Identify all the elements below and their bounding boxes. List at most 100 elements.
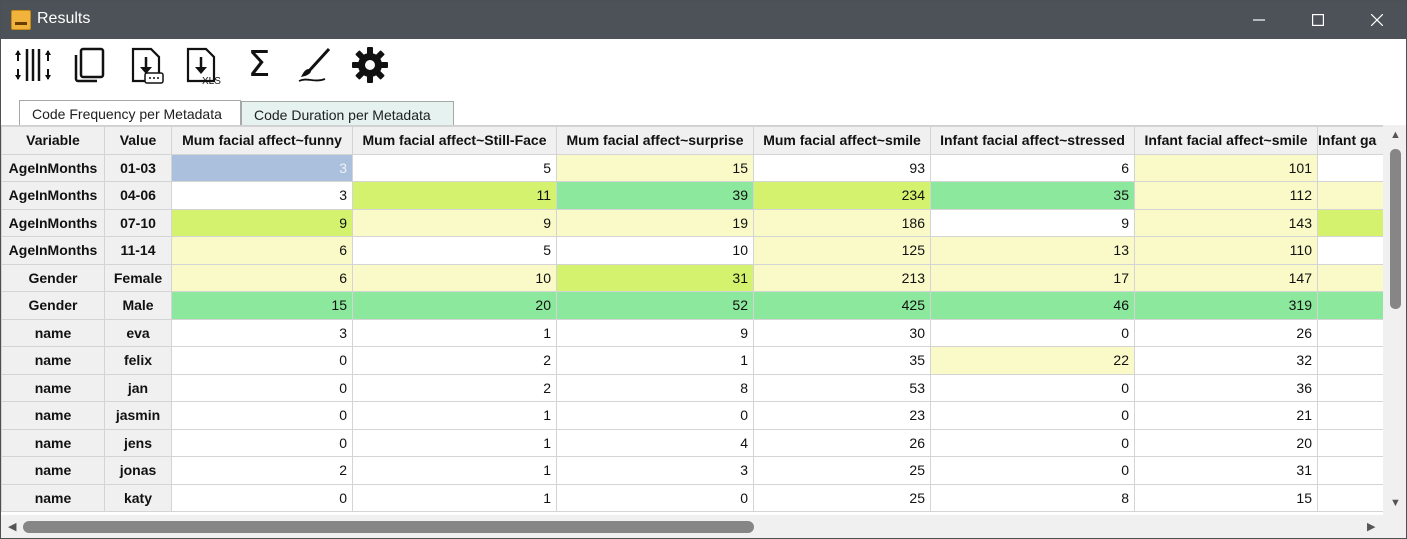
count-cell[interactable]: 52 xyxy=(556,291,754,320)
count-cell[interactable]: 25 xyxy=(753,483,931,512)
count-cell[interactable]: 2 xyxy=(352,373,557,402)
count-cell[interactable]: 39 xyxy=(556,181,754,210)
count-cell[interactable]: 0 xyxy=(930,401,1135,430)
count-cell[interactable]: 3 xyxy=(171,153,353,182)
scroll-left-icon[interactable]: ◀ xyxy=(8,520,16,533)
count-cell[interactable]: 3 xyxy=(556,456,754,485)
tab-code-duration[interactable]: Code Duration per Metadata xyxy=(241,101,454,125)
count-cell[interactable]: 10 xyxy=(556,236,754,265)
count-cell[interactable]: 9 xyxy=(556,318,754,347)
column-header[interactable]: Mum facial affect~funny xyxy=(171,126,353,155)
settings-button[interactable] xyxy=(348,43,392,87)
count-cell[interactable] xyxy=(1317,208,1388,237)
count-cell[interactable]: 0 xyxy=(930,318,1135,347)
count-cell[interactable]: 425 xyxy=(753,291,931,320)
count-cell[interactable]: 0 xyxy=(171,373,353,402)
table-row[interactable]: name jens 0 1 4 26 0 20 xyxy=(1,428,1388,457)
count-cell[interactable]: 1 xyxy=(352,456,557,485)
count-cell[interactable]: 112 xyxy=(1134,181,1318,210)
count-cell[interactable]: 5 xyxy=(352,153,557,182)
column-header[interactable]: Infant facial affect~smile xyxy=(1134,126,1318,155)
count-cell[interactable]: 8 xyxy=(930,483,1135,512)
count-cell[interactable]: 32 xyxy=(1134,346,1318,375)
count-cell[interactable] xyxy=(1317,456,1388,485)
count-cell[interactable]: 19 xyxy=(556,208,754,237)
scroll-up-icon[interactable]: ▲ xyxy=(1390,129,1401,141)
column-header[interactable]: Infant facial affect~stressed xyxy=(930,126,1135,155)
table-row[interactable]: Gender Male 15 20 52 425 46 319 xyxy=(1,291,1388,320)
vertical-scroll-thumb[interactable] xyxy=(1390,149,1401,309)
tab-code-frequency[interactable]: Code Frequency per Metadata xyxy=(19,100,241,125)
count-cell[interactable]: 25 xyxy=(753,456,931,485)
count-cell[interactable] xyxy=(1317,291,1388,320)
column-header[interactable]: Infant ga xyxy=(1317,126,1388,155)
sum-button[interactable]: Σ xyxy=(237,43,281,87)
count-cell[interactable]: 30 xyxy=(753,318,931,347)
table-row[interactable]: name eva 3 1 9 30 0 26 xyxy=(1,318,1388,347)
count-cell[interactable]: 31 xyxy=(556,263,754,292)
count-cell[interactable]: 4 xyxy=(556,428,754,457)
count-cell[interactable]: 9 xyxy=(171,208,353,237)
count-cell[interactable]: 6 xyxy=(171,236,353,265)
scroll-down-icon[interactable]: ▼ xyxy=(1390,497,1401,509)
count-cell[interactable]: 0 xyxy=(171,346,353,375)
count-cell[interactable] xyxy=(1317,428,1388,457)
maximize-button[interactable] xyxy=(1289,1,1347,39)
count-cell[interactable]: 11 xyxy=(352,181,557,210)
count-cell[interactable]: 1 xyxy=(352,483,557,512)
table-row[interactable]: name katy 0 1 0 25 8 15 xyxy=(1,483,1388,512)
count-cell[interactable]: 9 xyxy=(352,208,557,237)
count-cell[interactable] xyxy=(1317,318,1388,347)
table-row[interactable]: name felix 0 2 1 35 22 32 xyxy=(1,346,1388,375)
count-cell[interactable]: 5 xyxy=(352,236,557,265)
count-cell[interactable]: 2 xyxy=(171,456,353,485)
count-cell[interactable]: 36 xyxy=(1134,373,1318,402)
count-cell[interactable]: 1 xyxy=(352,401,557,430)
count-cell[interactable]: 17 xyxy=(930,263,1135,292)
column-header[interactable]: Value xyxy=(104,126,172,155)
count-cell[interactable]: 186 xyxy=(753,208,931,237)
count-cell[interactable] xyxy=(1317,346,1388,375)
count-cell[interactable]: 6 xyxy=(930,153,1135,182)
count-cell[interactable]: 15 xyxy=(556,153,754,182)
count-cell[interactable]: 1 xyxy=(352,428,557,457)
count-cell[interactable]: 53 xyxy=(753,373,931,402)
table-row[interactable]: Gender Female 6 10 31 213 17 147 xyxy=(1,263,1388,292)
count-cell[interactable]: 0 xyxy=(556,401,754,430)
count-cell[interactable]: 0 xyxy=(171,483,353,512)
count-cell[interactable]: 46 xyxy=(930,291,1135,320)
column-header[interactable]: Mum facial affect~surprise xyxy=(556,126,754,155)
table-row[interactable]: AgeInMonths 04-06 3 11 39 234 35 112 xyxy=(1,181,1388,210)
count-cell[interactable]: 0 xyxy=(930,456,1135,485)
vertical-scrollbar[interactable]: ▲ ▼ xyxy=(1383,125,1406,515)
count-cell[interactable]: 26 xyxy=(753,428,931,457)
count-cell[interactable]: 213 xyxy=(753,263,931,292)
table-row[interactable]: AgeInMonths 01-03 3 5 15 93 6 101 xyxy=(1,153,1388,182)
count-cell[interactable]: 20 xyxy=(352,291,557,320)
count-cell[interactable]: 9 xyxy=(930,208,1135,237)
count-cell[interactable]: 147 xyxy=(1134,263,1318,292)
count-cell[interactable]: 15 xyxy=(171,291,353,320)
count-cell[interactable]: 101 xyxy=(1134,153,1318,182)
export-button[interactable] xyxy=(125,43,169,87)
adjust-columns-button[interactable] xyxy=(11,43,55,87)
count-cell[interactable] xyxy=(1317,401,1388,430)
count-cell[interactable]: 110 xyxy=(1134,236,1318,265)
count-cell[interactable]: 0 xyxy=(171,428,353,457)
count-cell[interactable]: 1 xyxy=(556,346,754,375)
count-cell[interactable]: 8 xyxy=(556,373,754,402)
count-cell[interactable]: 0 xyxy=(930,428,1135,457)
table-row[interactable]: name jonas 2 1 3 25 0 31 xyxy=(1,456,1388,485)
count-cell[interactable]: 3 xyxy=(171,181,353,210)
count-cell[interactable]: 0 xyxy=(930,373,1135,402)
count-cell[interactable]: 143 xyxy=(1134,208,1318,237)
column-header[interactable]: Mum facial affect~smile xyxy=(753,126,931,155)
table-row[interactable]: AgeInMonths 11-14 6 5 10 125 13 110 xyxy=(1,236,1388,265)
count-cell[interactable]: 13 xyxy=(930,236,1135,265)
minimize-button[interactable] xyxy=(1230,1,1288,39)
close-button[interactable] xyxy=(1348,1,1406,39)
count-cell[interactable]: 35 xyxy=(753,346,931,375)
count-cell[interactable]: 0 xyxy=(556,483,754,512)
count-cell[interactable] xyxy=(1317,483,1388,512)
copy-button[interactable] xyxy=(67,43,111,87)
